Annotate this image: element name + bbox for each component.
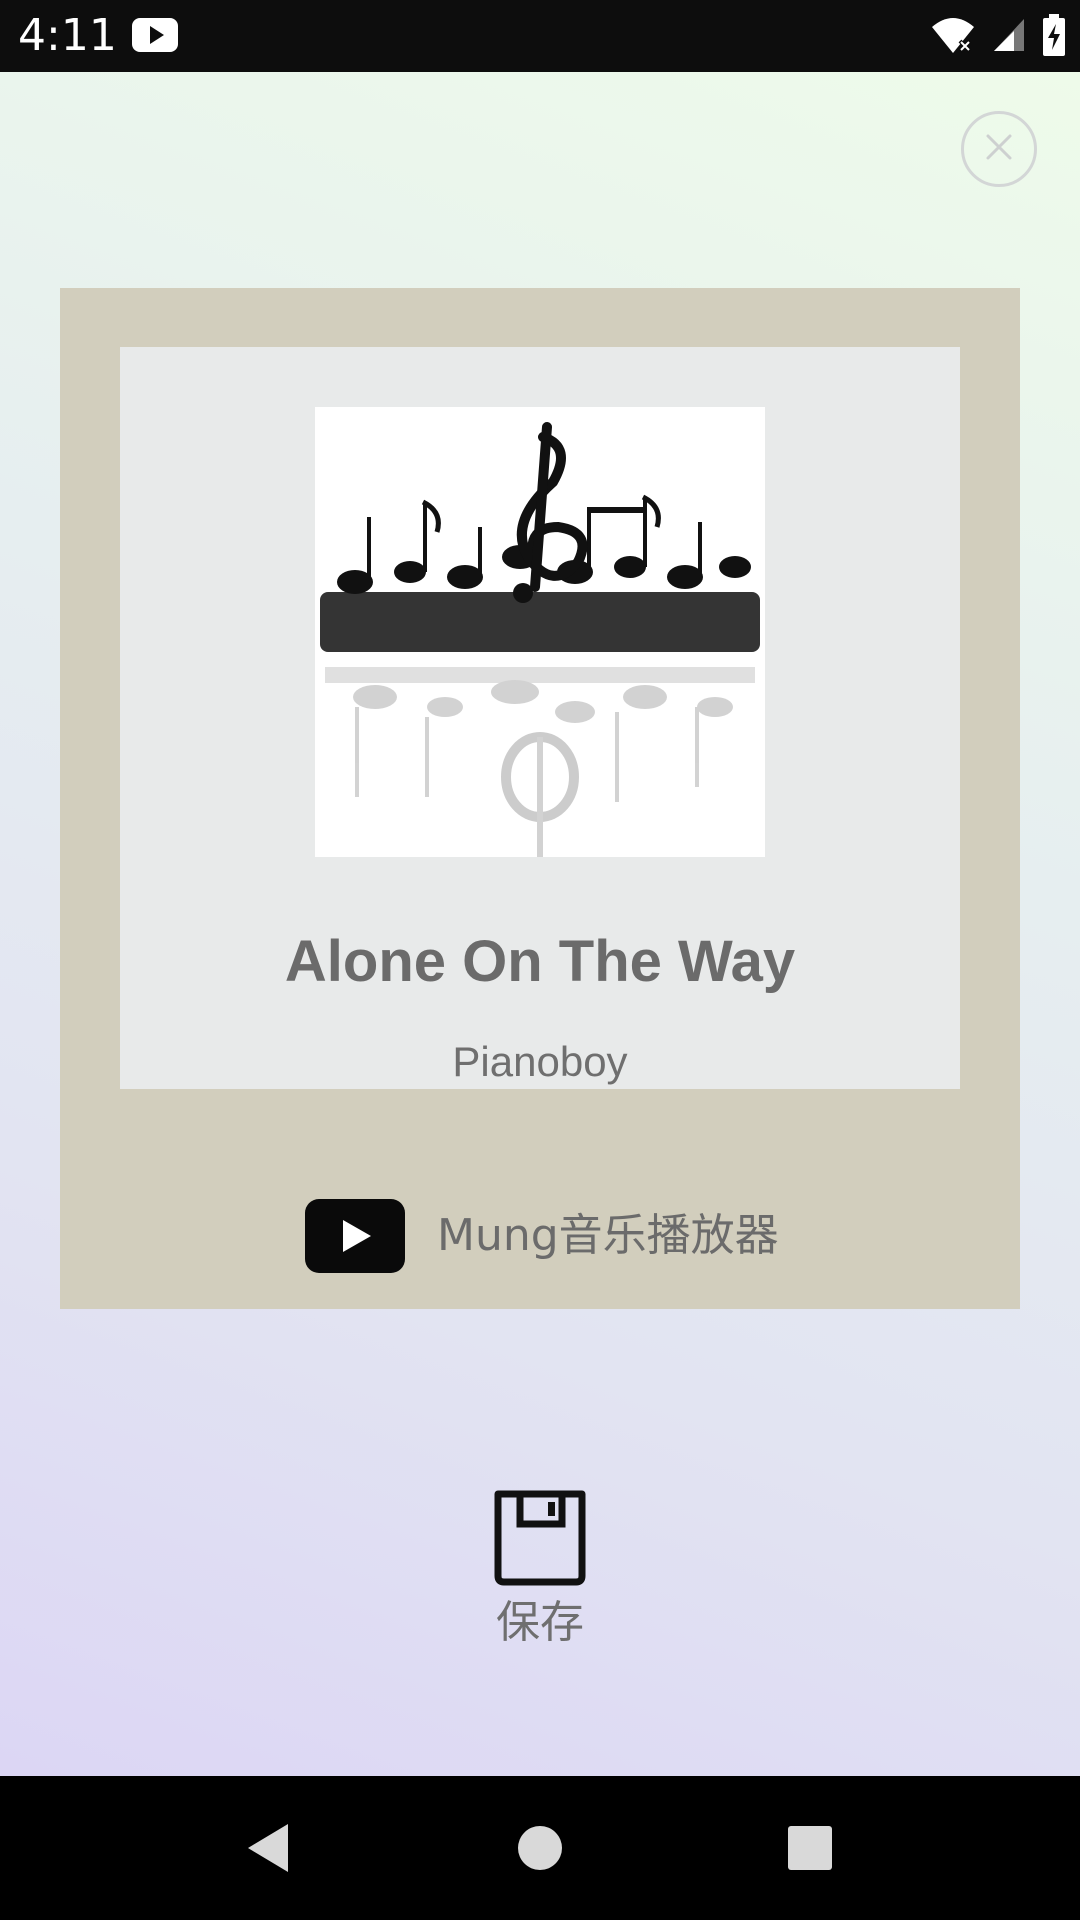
signal-icon: [992, 17, 1026, 58]
music-notes-artwork-icon: [315, 407, 765, 857]
youtube-notification-icon: [132, 18, 178, 57]
brand-row: Mung音乐播放器: [305, 1198, 779, 1274]
save-label: 保存: [496, 1597, 584, 1648]
back-icon[interactable]: [238, 1816, 302, 1880]
close-icon: [984, 132, 1014, 167]
share-card: Alone On The Way Pianoboy Mung音乐播放器: [60, 288, 1020, 1309]
status-bar: 4:11: [0, 0, 1080, 72]
navigation-bar: [0, 1776, 1080, 1920]
status-time: 4:11: [18, 10, 117, 61]
recents-icon[interactable]: [778, 1816, 842, 1880]
play-logo-icon: [305, 1199, 405, 1273]
save-button[interactable]: 保存: [470, 1490, 610, 1650]
share-screen: Alone On The Way Pianoboy Mung音乐播放器 保存: [0, 72, 1080, 1776]
song-artist: Pianoboy: [452, 1038, 628, 1085]
song-title: Alone On The Way: [284, 929, 796, 994]
battery-icon: [1042, 14, 1066, 61]
brand-name: Mung音乐播放器: [437, 1210, 779, 1261]
status-icons: [930, 14, 1066, 61]
album-art: [315, 407, 765, 857]
song-card: Alone On The Way Pianoboy: [120, 347, 960, 1089]
save-icon: [490, 1490, 590, 1591]
home-icon[interactable]: [508, 1816, 572, 1880]
wifi-icon: [930, 15, 976, 60]
close-button[interactable]: [961, 111, 1037, 187]
